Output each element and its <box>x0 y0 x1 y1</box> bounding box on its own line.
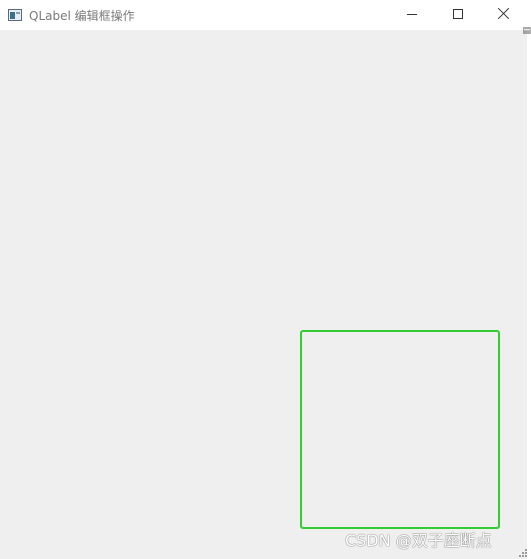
edge-mark-icon: ▤ <box>522 26 531 36</box>
maximize-icon <box>453 9 463 19</box>
watermark: CSDN @双子座断点 <box>345 531 492 550</box>
minimize-button[interactable] <box>389 0 435 28</box>
title-bar[interactable]: QLabel 编辑框操作 <box>0 0 527 30</box>
close-button[interactable] <box>481 0 527 28</box>
app-window: QLabel 编辑框操作 ▤ CSDN @双子座断点 <box>0 0 531 559</box>
close-icon <box>498 7 510 19</box>
minimize-icon <box>407 14 417 15</box>
label-edit-box[interactable] <box>300 330 500 529</box>
maximize-button[interactable] <box>435 0 481 28</box>
app-icon <box>8 9 22 21</box>
window-edge: ▤ <box>522 0 531 559</box>
size-grip-icon[interactable] <box>519 549 527 557</box>
window-title: QLabel 编辑框操作 <box>29 8 135 23</box>
window-controls <box>389 0 527 30</box>
